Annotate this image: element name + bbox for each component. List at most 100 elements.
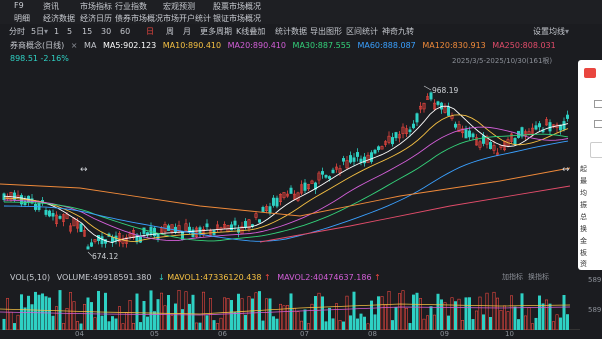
volume-bar [97,290,101,331]
volume-bar [390,320,394,331]
volume-bar [146,316,150,331]
switch-indicator-link[interactable]: 换指标 [528,272,549,282]
candle-body [537,123,541,128]
candle-body [90,242,94,247]
volume-bar [488,316,492,331]
checkbox-icon[interactable] [594,120,602,128]
volume-bar [303,309,307,331]
volume-bar [6,298,10,331]
volume-bar [551,321,555,331]
magic-nine-button[interactable]: 神奇九转 [382,26,414,38]
volume-bar [244,314,248,331]
candle-body [149,226,153,235]
period-day[interactable]: 日 [146,26,154,38]
nav-item[interactable]: 股票市场概况 [213,1,261,12]
candle-body [44,209,48,215]
ma60-line [3,140,569,242]
nav-item[interactable]: 明细 [14,13,30,24]
kline-overlay-menu[interactable]: K线叠加 [236,26,265,38]
volume-bar [509,295,513,331]
period-60min[interactable]: 60 [120,26,130,38]
volume-bar [527,307,531,331]
period-5day[interactable]: 5日 [31,26,44,38]
volume-bar [184,291,188,331]
checkbox-icon[interactable] [594,100,602,108]
ma120-line [0,167,571,217]
volume-bar [16,314,20,331]
volume-bar [516,319,520,331]
ma-settings-button[interactable]: 设置均线 [533,26,565,38]
period-5min[interactable]: 5 [67,26,72,38]
candle-body [324,174,328,178]
volume-bar [58,290,62,331]
candle-body [331,169,335,174]
candle-body [467,130,471,138]
arrow-down-icon: ↓ [157,273,165,282]
volume-chart[interactable] [0,284,580,331]
volume-bar [380,296,384,331]
nav-item[interactable]: F9 [14,1,24,10]
candle-body [481,135,485,144]
stats-panel[interactable]: 起 最 均 振 总 换 金 板 资 [578,60,602,270]
volume-bar [83,304,87,331]
volume-bar [537,295,541,331]
volume-bar [562,295,566,331]
candle-body [415,113,419,123]
nav-item[interactable]: 宏观预测 [163,1,195,12]
period-week[interactable]: 周 [166,26,174,38]
arrow-up-icon: ↑ [374,273,381,282]
nav-item[interactable]: 资讯 [43,1,59,12]
volume-bar [275,318,279,331]
range-stats-button[interactable]: 区间统计 [346,26,378,38]
nav-item[interactable]: 债券市场概况 [115,13,163,24]
volume-bar [128,300,132,331]
candle-body [79,223,83,232]
panel-label: 最 [580,177,587,185]
volume-bar [422,318,426,331]
nav-item[interactable]: 经济日历 [80,13,112,24]
nav-item[interactable]: 市场指标 [80,1,112,12]
panel-input[interactable] [590,142,602,158]
nav-item[interactable]: 银证市场概况 [213,13,261,24]
period-15min[interactable]: 15 [82,26,92,38]
candle-body [436,101,440,105]
period-intraday[interactable]: 分时 [9,26,25,38]
nav-item[interactable]: 经济数据 [43,13,75,24]
volume-svg[interactable] [0,284,580,331]
add-indicator-link[interactable]: 加指标 [502,272,523,282]
more-periods-menu[interactable]: 更多周期 [200,26,232,38]
candlestick-svg[interactable]: ↔ ↔ 968.19 674.12 [0,56,580,268]
volume-bar [544,299,548,331]
candle-body [275,197,279,207]
volume-bar [387,290,391,331]
nav-item[interactable]: 市场开户统计 [163,13,211,24]
close-icon[interactable]: × [71,41,78,50]
chevron-down-icon[interactable]: ▾ [565,26,569,38]
volume-bar [163,305,167,331]
candlestick-chart[interactable]: ↔ ↔ 968.19 674.12 [0,56,580,268]
volume-bar [9,311,13,331]
volume-bar [534,317,538,331]
volume-bar [429,306,433,331]
volume-bar [495,297,499,331]
volume-bar [13,323,17,331]
period-month[interactable]: 月 [183,26,191,38]
period-30min[interactable]: 30 [101,26,111,38]
export-chart-button[interactable]: 导出图形 [310,26,342,38]
volume-bar [289,293,293,331]
volume-bar [54,306,58,331]
volume-bar [324,321,328,331]
volume-bar [471,319,475,331]
period-1min[interactable]: 1 [54,26,59,38]
nav-item[interactable]: 行业指数 [115,1,147,12]
volume-bar [548,303,552,331]
ma30-value: MA30:887.555 [292,41,351,50]
volume-bar [376,296,380,331]
chevron-down-icon[interactable]: ▾ [44,26,48,38]
stats-data-button[interactable]: 统计数据 [275,26,307,38]
volume-bar [261,320,265,331]
candle-body [188,226,192,232]
volume-bar [362,316,366,331]
crosshair-left-icon: ↔ [80,165,88,175]
volume-bar [104,292,108,331]
